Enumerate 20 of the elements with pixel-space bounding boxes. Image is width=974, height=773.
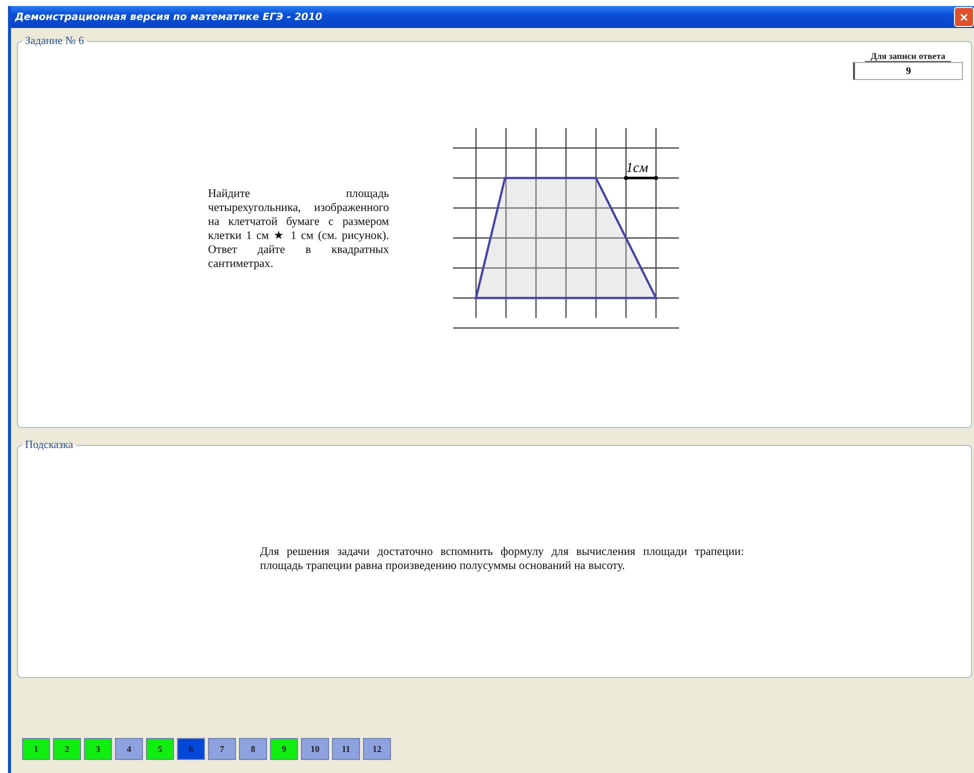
answer-field[interactable]: 9 (853, 62, 963, 80)
group-title: Подсказка (24, 440, 74, 451)
task-text: Найдите площадь четырехугольника, изображенного на клетчатой бумаге с размером клетки 1 см ★ 1 см (см. рисунок). Ответ дайте в квадратных сантиметрах. (208, 187, 389, 271)
question-button[interactable]: 4 (115, 738, 143, 760)
scale-bar (624, 176, 658, 180)
question-button[interactable]: 1 (22, 738, 50, 760)
hint-text: Для решения задачи достаточно вспомнить формулу для вычисления площади трапеции: площадь трапеции равна произведению полусуммы оснований на высоту. (260, 545, 744, 573)
close-button[interactable]: × (954, 7, 974, 27)
window-title: Демонстрационная версия по математике ЕГЭ - 2010 (15, 12, 322, 22)
question-button[interactable]: 2 (53, 738, 81, 760)
question-button[interactable]: 12 (363, 738, 391, 760)
question-button[interactable]: 3 (84, 738, 112, 760)
group-title: Задание № 6 (24, 36, 86, 47)
question-button[interactable]: 11 (332, 738, 360, 760)
scale-label: 1см (626, 161, 648, 176)
question-button[interactable]: 10 (301, 738, 329, 760)
question-button[interactable]: 8 (239, 738, 267, 760)
question-button[interactable]: 7 (208, 738, 236, 760)
question-button[interactable]: 9 (270, 738, 298, 760)
question-button[interactable]: 5 (146, 738, 174, 760)
